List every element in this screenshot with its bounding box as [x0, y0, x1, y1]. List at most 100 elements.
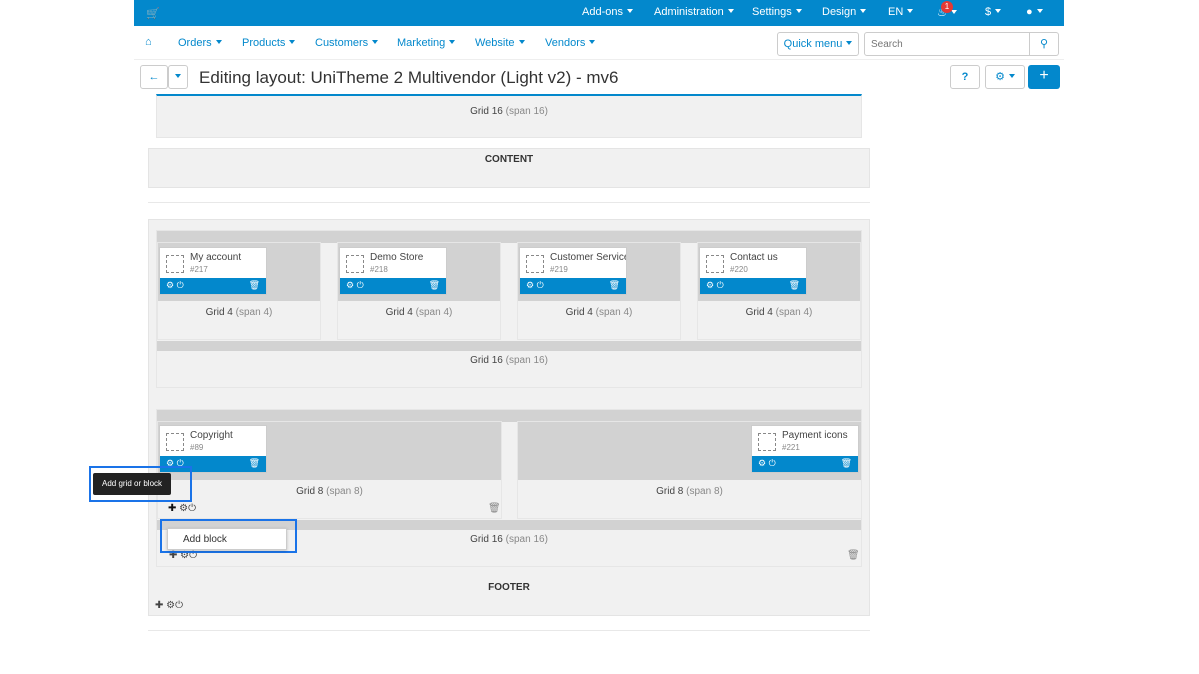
nav-orders[interactable]: Orders [178, 37, 222, 49]
grid-label: Grid 16 (span 16) [470, 106, 548, 117]
block-id: #220 [730, 265, 748, 274]
nav-customers[interactable]: Customers [315, 37, 379, 49]
menu-addons[interactable]: Add-ons [582, 6, 633, 18]
grid-label: Grid 8 (span 8) [656, 486, 723, 497]
title-bar: ← Editing layout: UniTheme 2 Multivendor… [134, 60, 1064, 94]
nav-label: Orders [178, 37, 212, 49]
cart-icon[interactable]: 🛒 [146, 7, 160, 20]
grid-16-top[interactable]: Grid 16 (span 16) [156, 94, 862, 138]
trash-icon[interactable]: 🗑 [609, 280, 620, 291]
trash-icon[interactable]: 🗑 [841, 458, 852, 469]
nav-label: Marketing [397, 37, 446, 49]
gear-icon[interactable]: ⚙ [706, 280, 714, 290]
layout-editor-frame: 🛒 Add-ons Administration Settings Design… [134, 0, 1064, 674]
grid-label: Grid 4 (span 4) [205, 307, 273, 318]
gear-icon[interactable]: ⚙ [346, 280, 354, 290]
power-icon[interactable]: ⏻ [357, 280, 364, 290]
menu-administration[interactable]: Administration [654, 6, 734, 18]
gear-icon[interactable]: ⚙ [166, 600, 175, 611]
quick-menu-button[interactable]: Quick menu [777, 32, 859, 56]
container-label: FOOTER [488, 582, 530, 593]
menu-settings[interactable]: Settings [752, 6, 802, 18]
menu-label: Settings [752, 6, 792, 18]
menu-label: Add-ons [582, 6, 623, 18]
plus-icon[interactable]: ✚ [168, 503, 176, 514]
add-button[interactable]: + [1028, 65, 1060, 89]
trash-icon[interactable]: 🗑 [847, 550, 860, 561]
trash-icon[interactable]: 🗑 [249, 280, 260, 291]
block-name: Demo Store [370, 252, 424, 263]
grid-label: Grid 4 (span 4) [385, 307, 453, 318]
nav-products[interactable]: Products [242, 37, 296, 49]
container-label: CONTENT [484, 154, 534, 165]
grid-controls[interactable]: ✚ ⚙⏻ [168, 503, 196, 514]
back-dropdown-button[interactable] [168, 65, 188, 89]
menu-label: $ [985, 6, 992, 18]
block-id: #221 [782, 443, 800, 452]
grid-label: Grid 4 (span 4) [745, 307, 813, 318]
block-name: Payment icons [782, 430, 848, 441]
power-icon[interactable]: ⏻ [177, 280, 184, 290]
power-icon[interactable]: ⏻ [188, 503, 196, 514]
power-icon[interactable]: ⏻ [175, 600, 183, 611]
menu-currency[interactable]: $ [985, 6, 1002, 18]
help-icon[interactable]: ? [950, 65, 980, 89]
trash-icon[interactable]: 🗑 [789, 280, 800, 291]
user-icon[interactable]: ● [1026, 6, 1043, 18]
menu-label: EN [888, 6, 904, 18]
menu-label: Design [822, 6, 857, 18]
block-customer-service[interactable]: Customer Service #219 ⚙ ⏻ 🗑 [519, 247, 627, 295]
block-demo-store[interactable]: Demo Store #218 ⚙ ⏻ 🗑 [339, 247, 447, 295]
menu-design[interactable]: Design [822, 6, 867, 18]
back-arrow-icon[interactable]: ← [140, 65, 168, 89]
block-icon [706, 255, 724, 273]
block-icon [526, 255, 544, 273]
block-toolbar: ⚙ ⏻ 🗑 [520, 278, 626, 294]
block-toolbar: ⚙ ⏻ 🗑 [160, 278, 266, 294]
trash-icon[interactable]: 🗑 [488, 503, 501, 514]
menu-language[interactable]: EN [888, 6, 914, 18]
footer-controls[interactable]: ✚ ⚙⏻ [155, 600, 183, 611]
block-my-account[interactable]: My account #217 ⚙ ⏻ 🗑 [159, 247, 267, 295]
content-container[interactable]: CONTENT [148, 148, 870, 188]
block-toolbar: ⚙ ⏻ 🗑 [340, 278, 446, 294]
menu-label: Administration [654, 6, 724, 18]
power-icon[interactable]: ⏻ [769, 458, 776, 468]
block-id: #219 [550, 265, 568, 274]
search-input[interactable] [864, 32, 1030, 56]
nav-website[interactable]: Website [475, 37, 525, 49]
gear-icon[interactable]: ⚙ [526, 280, 534, 290]
block-icon [166, 255, 184, 273]
block-toolbar: ⚙ ⏻ 🗑 [700, 278, 806, 294]
gear-icon[interactable]: ⚙ [166, 280, 174, 290]
grid-header-strip [157, 341, 861, 351]
search-icon[interactable]: ⚲ [1030, 32, 1059, 56]
nav-label: Customers [315, 37, 369, 49]
notification-badge: 1 [941, 1, 953, 13]
grid-label: Grid 8 (span 8) [296, 486, 363, 497]
power-icon[interactable]: ⏻ [537, 280, 544, 290]
grid-label: Grid 16 (span 16) [470, 355, 548, 366]
gear-icon[interactable]: ⚙ [985, 65, 1025, 89]
page-title: Editing layout: UniTheme 2 Multivendor (… [199, 68, 619, 87]
gear-icon[interactable]: ⚙ [179, 503, 188, 514]
block-payment-icons[interactable]: Payment icons #221 ⚙ ⏻ 🗑 [751, 425, 859, 473]
plus-icon[interactable]: ✚ [155, 600, 163, 611]
block-id: #89 [190, 443, 204, 452]
trash-icon[interactable]: 🗑 [249, 458, 260, 469]
nav-vendors[interactable]: Vendors [545, 37, 596, 49]
home-icon[interactable]: ⌂ [145, 36, 152, 48]
nav-label: Vendors [545, 37, 586, 49]
gear-icon[interactable]: ⚙ [758, 458, 766, 468]
quick-menu-label: Quick menu [783, 38, 843, 50]
block-name: Contact us [730, 252, 778, 263]
block-name: My account [190, 252, 242, 263]
divider [148, 202, 870, 203]
block-contact-us[interactable]: Contact us #220 ⚙ ⏻ 🗑 [699, 247, 807, 295]
power-icon[interactable]: ⏻ [717, 280, 724, 290]
trash-icon[interactable]: 🗑 [429, 280, 440, 291]
dropdown-add-block[interactable]: Add block [167, 528, 287, 550]
block-toolbar: ⚙ ⏻ 🗑 [752, 456, 858, 472]
block-icon [758, 433, 776, 451]
nav-marketing[interactable]: Marketing [397, 37, 456, 49]
